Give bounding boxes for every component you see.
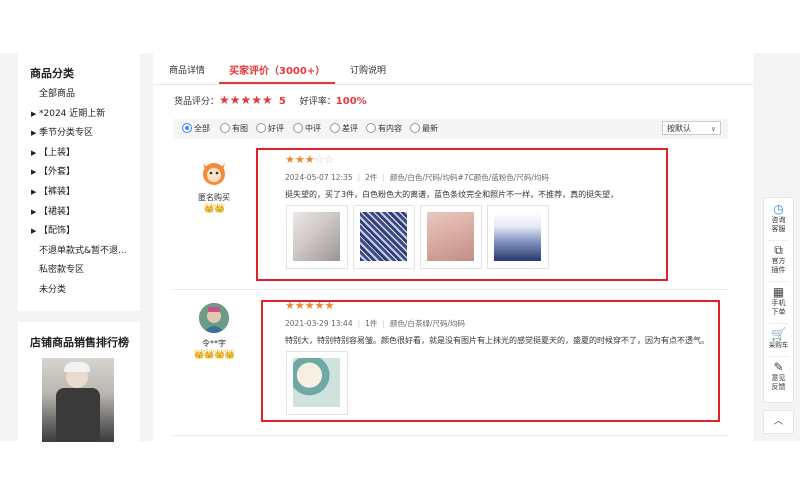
category-item[interactable]: ▶ 【配饰】 bbox=[18, 222, 140, 242]
sales-rank-title: 店铺商品销售排行榜 bbox=[30, 336, 129, 349]
rank-product-image[interactable] bbox=[42, 358, 114, 442]
category-item[interactable]: 全部商品 bbox=[18, 85, 140, 105]
mobile-order-button[interactable]: ▦ 手机下单 bbox=[764, 286, 793, 317]
radio-icon bbox=[293, 122, 303, 133]
filter-with-content[interactable]: 有内容 bbox=[366, 122, 402, 135]
cart-icon: 🛒 bbox=[771, 327, 786, 341]
tab-bar: 商品详情 买家评价（3000+） 订购说明 bbox=[153, 53, 753, 85]
caret-right-icon: ▶ bbox=[31, 168, 37, 177]
caret-right-icon: ▶ bbox=[31, 227, 37, 236]
radio-icon bbox=[220, 122, 230, 133]
avatar[interactable] bbox=[199, 303, 229, 333]
category-item[interactable]: ▶ 【裙装】 bbox=[18, 203, 140, 223]
category-item[interactable]: ▶ 【裤装】 bbox=[18, 183, 140, 203]
user-level-icons: 👑👑👑👑 bbox=[193, 350, 236, 360]
user-level-icons: 👑👑 bbox=[203, 204, 225, 214]
chevron-up-icon: ︿ bbox=[773, 416, 784, 427]
filter-negative[interactable]: 差评 bbox=[330, 122, 358, 135]
user-name: 令**宇 bbox=[202, 339, 226, 348]
qr-code-icon: ▦ bbox=[772, 285, 785, 299]
sort-select[interactable]: 按默认 ∨ bbox=[662, 121, 721, 135]
category-list: 全部商品 ▶ *2024 近期上新 ▶ 季节分类专区 ▶ 【上装】 ▶ 【外套】 ▶ 【裤装】 ▶ 【裙… bbox=[18, 85, 140, 301]
tab-product-details[interactable]: 商品详情 bbox=[169, 63, 205, 76]
review-divider bbox=[173, 289, 728, 290]
highlight-box bbox=[261, 300, 720, 422]
score-stars: ★★★★★ bbox=[219, 93, 273, 107]
score-value: 5 bbox=[278, 96, 286, 107]
filter-neutral[interactable]: 中评 bbox=[293, 122, 321, 135]
radio-icon bbox=[410, 122, 420, 133]
avatar[interactable] bbox=[199, 157, 229, 187]
sales-rank-panel: 店铺商品销售排行榜 bbox=[18, 322, 140, 442]
category-item[interactable]: 不退单款式&暂不退... bbox=[18, 242, 140, 262]
category-item[interactable]: ▶ 季节分类专区 bbox=[18, 124, 140, 144]
category-title: 商品分类 bbox=[30, 67, 74, 80]
radio-icon bbox=[366, 122, 376, 133]
caret-right-icon: ▶ bbox=[31, 207, 37, 216]
review-filter-bar: 全部 有图 好评 中评 差评 有内容 最新 按默认 ∨ bbox=[173, 119, 728, 139]
caret-right-icon: ▶ bbox=[31, 129, 37, 138]
review-user-1: 匿名购买 👑👑 bbox=[189, 157, 239, 214]
review-user-2: 令**宇 👑👑👑👑 bbox=[189, 303, 239, 360]
caret-right-icon: ▶ bbox=[31, 109, 37, 118]
feedback-button[interactable]: ✎ 意见反馈 bbox=[764, 361, 793, 392]
score-label: 货品评分： bbox=[174, 97, 220, 107]
page: 商品分类 全部商品 ▶ *2024 近期上新 ▶ 季节分类专区 ▶ 【上装】 ▶ 【外套】 ▶ 【裤… bbox=[0, 0, 800, 500]
filter-with-images[interactable]: 有图 bbox=[220, 122, 248, 135]
category-item[interactable]: ▶ 【上装】 bbox=[18, 144, 140, 164]
chevron-down-icon: ∨ bbox=[710, 125, 716, 133]
customer-service-button[interactable]: ◷ 咨询客服 bbox=[764, 203, 793, 234]
purchase-cart-button[interactable]: 🛒 采购车 bbox=[764, 328, 793, 350]
praise-rate-value: 100% bbox=[335, 96, 367, 107]
user-name: 匿名购买 bbox=[198, 193, 230, 202]
back-to-top-button[interactable]: ︿ bbox=[763, 410, 794, 434]
caret-right-icon: ▶ bbox=[31, 187, 37, 196]
tab-order-notes[interactable]: 订购说明 bbox=[350, 63, 386, 76]
radio-icon bbox=[256, 122, 266, 133]
category-item[interactable]: 未分类 bbox=[18, 281, 140, 301]
active-tab-underline bbox=[219, 82, 335, 84]
tab-buyer-reviews[interactable]: 买家评价（3000+） bbox=[229, 62, 325, 77]
headset-icon: ◷ bbox=[773, 202, 784, 216]
radio-icon bbox=[330, 122, 340, 133]
highlight-box bbox=[256, 148, 668, 281]
score-summary: 货品评分：★★★★★ 5 好评率：100% bbox=[174, 93, 367, 107]
category-item[interactable]: ▶ 【外套】 bbox=[18, 163, 140, 183]
filter-all[interactable]: 全部 bbox=[182, 122, 210, 135]
floating-toolbar: ◷ 咨询客服 ⧉ 官方插件 ▦ 手机下单 🛒 采购车 ✎ 意见反馈 bbox=[763, 197, 794, 403]
review-divider bbox=[173, 435, 728, 436]
category-panel: 商品分类 全部商品 ▶ *2024 近期上新 ▶ 季节分类专区 ▶ 【上装】 ▶ 【外套】 ▶ 【裤… bbox=[18, 53, 140, 311]
radio-icon bbox=[182, 122, 192, 133]
official-plugin-button[interactable]: ⧉ 官方插件 bbox=[764, 244, 793, 275]
filter-positive[interactable]: 好评 bbox=[256, 122, 284, 135]
puzzle-icon: ⧉ bbox=[774, 243, 783, 257]
caret-right-icon: ▶ bbox=[31, 148, 37, 157]
edit-icon: ✎ bbox=[773, 360, 784, 374]
category-item[interactable]: ▶ *2024 近期上新 bbox=[18, 105, 140, 125]
category-item[interactable]: 私密款专区 bbox=[18, 261, 140, 281]
praise-rate-label: 好评率： bbox=[299, 97, 336, 107]
filter-latest[interactable]: 最新 bbox=[410, 122, 438, 135]
